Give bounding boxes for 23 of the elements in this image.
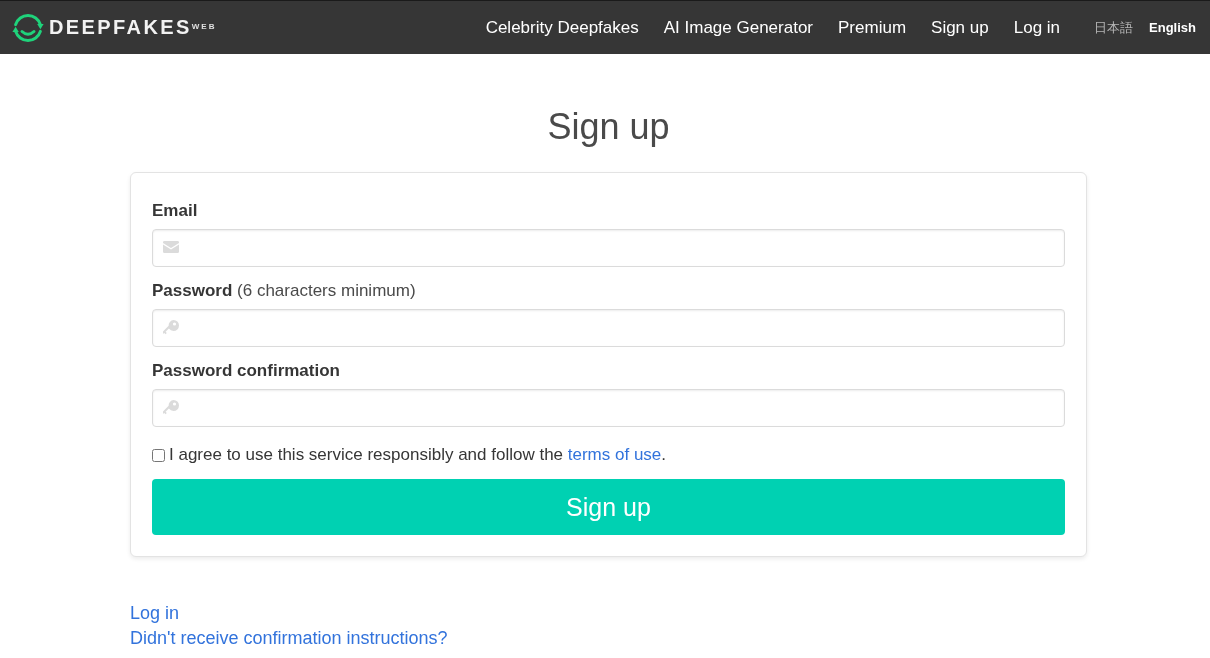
field-label: Email: [152, 200, 199, 222]
nav-link[interactable]: Premium: [838, 17, 907, 38]
password-field[interactable]: [152, 389, 1065, 427]
page-title: Sign up: [546, 105, 671, 149]
language-link[interactable]: 日本語: [1094, 18, 1134, 37]
language-link[interactable]: English: [1149, 20, 1196, 35]
field-label: Password (6 characters minimum): [152, 280, 417, 302]
agreement-text: I agree to use this service responsibly and follow the terms of use.: [169, 444, 667, 466]
nav-link[interactable]: Sign up: [931, 17, 989, 38]
footer-link[interactable]: Didn't receive confirmation instructions?: [130, 626, 448, 651]
terms-link[interactable]: terms of use: [567, 445, 662, 464]
nav-link[interactable]: Log in: [1013, 17, 1061, 38]
key-icon: [163, 320, 179, 336]
logo-icon: [12, 11, 44, 44]
agree-checkbox[interactable]: [152, 448, 165, 462]
footer-link[interactable]: Log in: [130, 601, 180, 626]
email-field[interactable]: [152, 229, 1065, 267]
nav-link[interactable]: AI Image Generator: [663, 17, 814, 38]
nav-link[interactable]: Celebrity Deepfakes: [485, 17, 639, 38]
password-field[interactable]: [152, 309, 1065, 347]
key-icon: [163, 400, 179, 416]
field-label: Password confirmation: [152, 360, 341, 382]
envelope-icon: [163, 241, 179, 253]
